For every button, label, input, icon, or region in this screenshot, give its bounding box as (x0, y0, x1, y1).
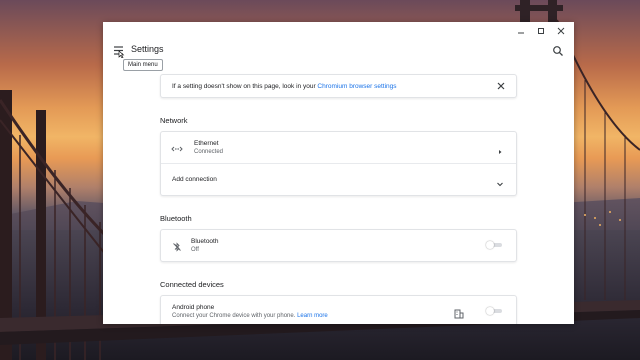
minimize-icon[interactable] (514, 24, 528, 38)
browser-settings-notice: If a setting doesn't show on this page, … (160, 74, 517, 98)
bluetooth-disabled-icon (171, 240, 183, 252)
bluetooth-toggle[interactable] (486, 241, 504, 249)
enterprise-policy-icon (454, 306, 464, 319)
settings-window: Settings Main menu If a setting doesn't … (103, 22, 574, 324)
notice-text: If a setting doesn't show on this page, … (172, 83, 397, 90)
ethernet-label: Ethernet (194, 140, 219, 147)
page-title: Settings (131, 44, 164, 54)
bluetooth-toggle-knob (486, 241, 494, 249)
android-phone-description: Connect your Chrome device with your pho… (172, 313, 328, 319)
android-phone-row[interactable]: Android phone Connect your Chrome device… (161, 296, 516, 324)
menu-icon[interactable] (112, 44, 126, 59)
learn-more-link[interactable]: Learn more (297, 313, 328, 319)
chevron-right-icon (496, 143, 504, 154)
ethernet-status: Connected (194, 149, 224, 155)
window-caption-buttons (514, 24, 568, 38)
android-toggle-knob (486, 307, 494, 315)
bluetooth-section-title: Bluetooth (160, 214, 192, 223)
settings-header: Settings (103, 38, 574, 64)
bluetooth-card: Bluetooth Off (160, 229, 517, 262)
close-icon[interactable] (554, 24, 568, 38)
bluetooth-row[interactable]: Bluetooth Off (161, 230, 516, 261)
connected-devices-card: Android phone Connect your Chrome device… (160, 295, 517, 324)
ethernet-icon (171, 142, 183, 154)
notice-message: If a setting doesn't show on this page, … (172, 83, 318, 90)
connected-devices-section-title: Connected devices (160, 280, 224, 289)
network-section-title: Network (160, 116, 188, 125)
android-phone-desc-text: Connect your Chrome device with your pho… (172, 313, 298, 319)
bluetooth-status: Off (191, 247, 199, 253)
chevron-down-icon (496, 175, 504, 187)
maximize-icon[interactable] (534, 24, 548, 38)
android-phone-label: Android phone (172, 304, 215, 311)
add-connection-label: Add connection (172, 176, 217, 183)
main-menu-tooltip: Main menu (123, 59, 163, 71)
dismiss-notice-icon[interactable] (496, 81, 506, 91)
ethernet-row[interactable]: Ethernet Connected (161, 132, 516, 163)
settings-content: If a setting doesn't show on this page, … (160, 74, 517, 324)
browser-settings-link[interactable]: Chromium browser settings (317, 83, 396, 90)
add-connection-row[interactable]: Add connection (161, 163, 516, 195)
bluetooth-label: Bluetooth (191, 238, 219, 245)
network-card: Ethernet Connected Add connection (160, 131, 517, 196)
android-phone-toggle[interactable] (486, 307, 504, 315)
search-icon[interactable] (552, 44, 564, 56)
